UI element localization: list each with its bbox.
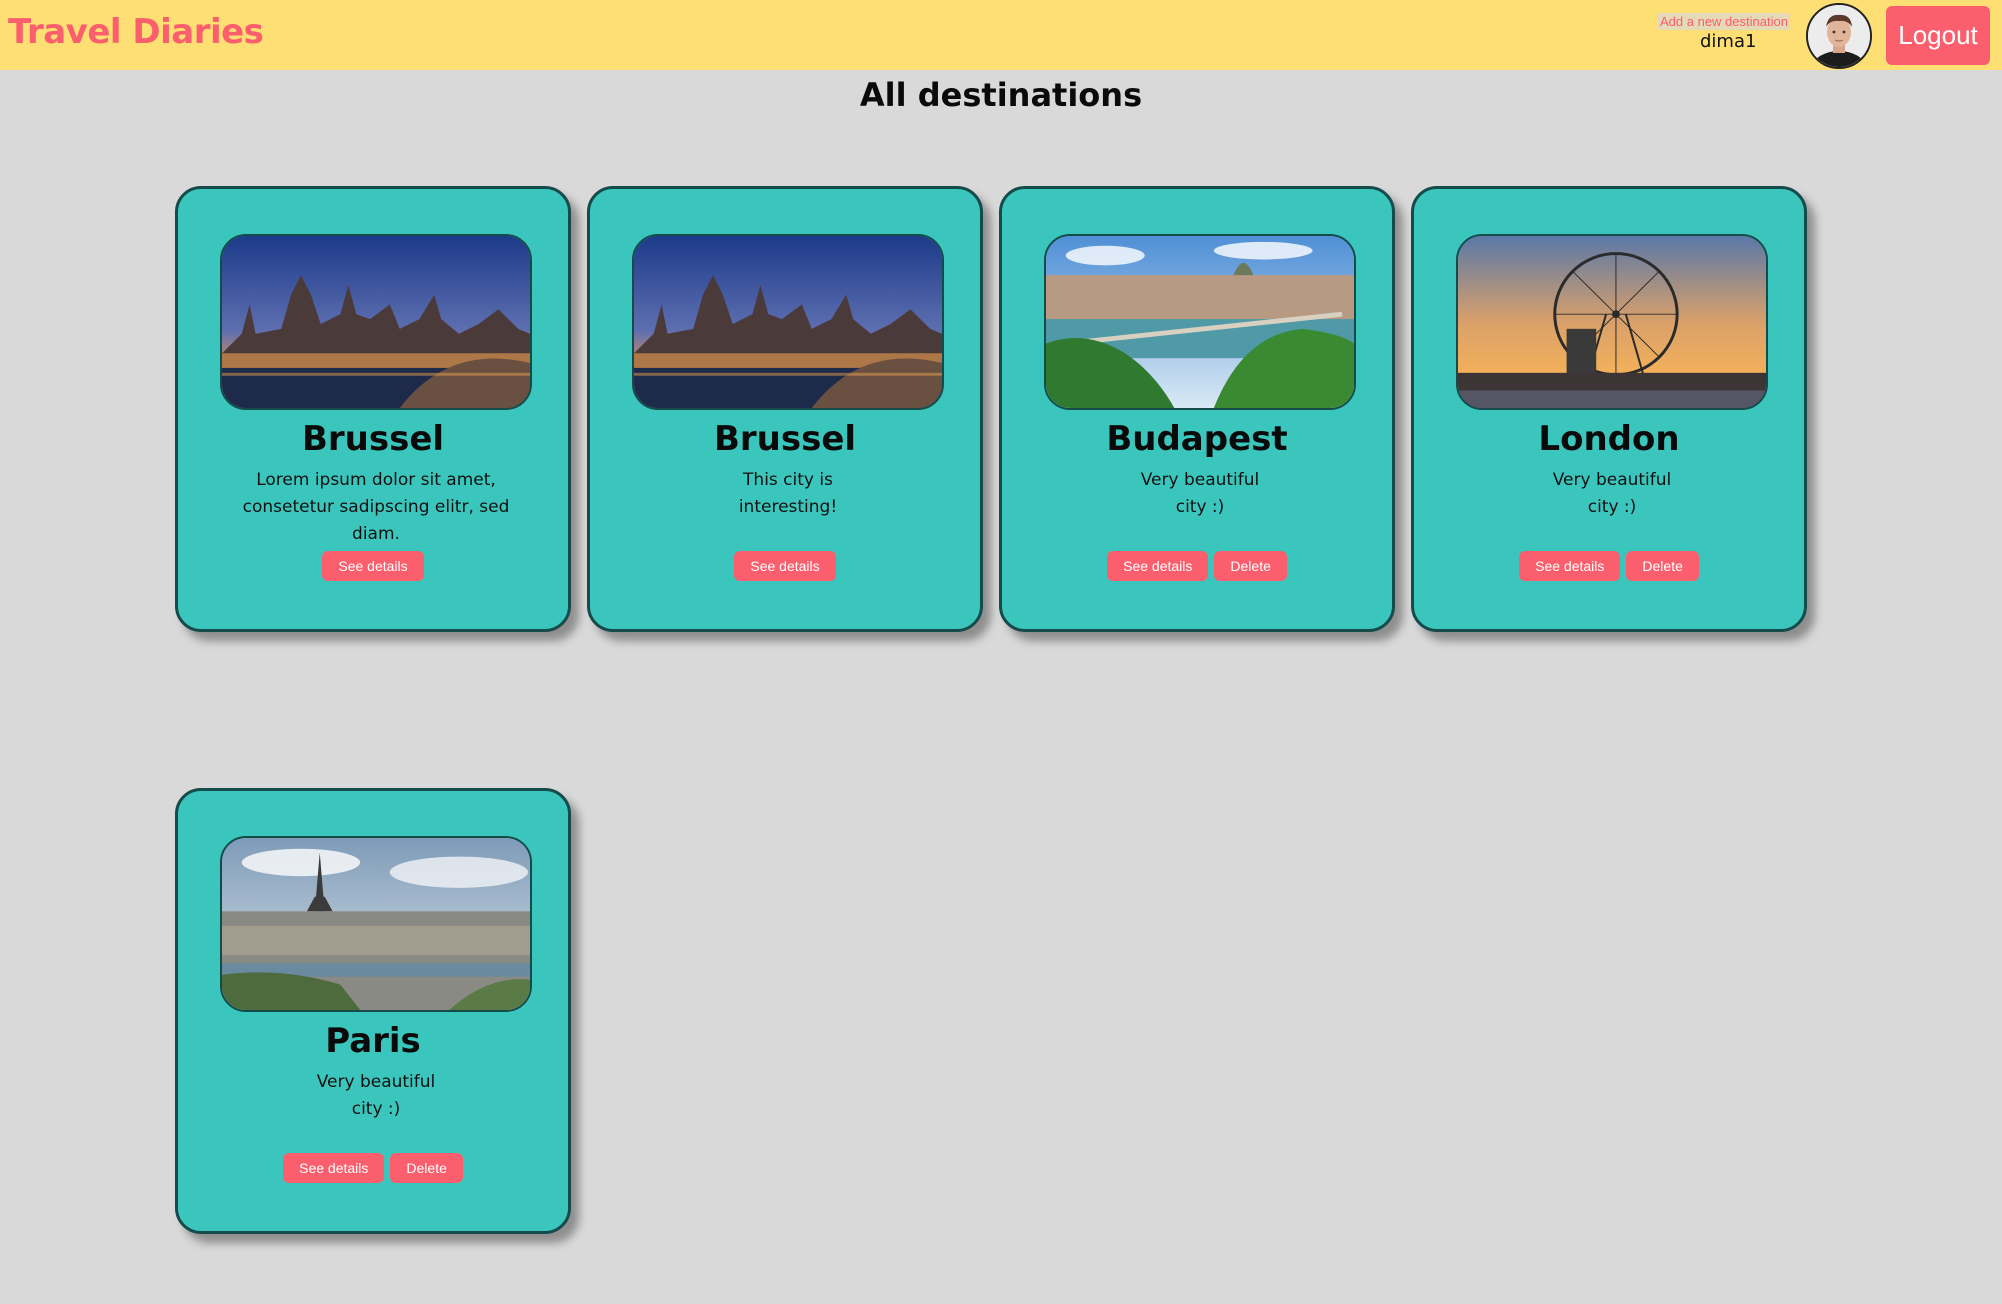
logout-button[interactable]: Logout — [1886, 6, 1990, 65]
delete-button[interactable]: Delete — [390, 1153, 463, 1183]
destination-description: Lorem ipsum dolor sit amet, consetetur s… — [242, 470, 510, 544]
avatar-portrait-icon — [1808, 5, 1870, 67]
destination-name: Budapest — [1106, 419, 1288, 459]
destination-photo — [1456, 234, 1768, 410]
destination-card: Brussel This city is interesting! See de… — [587, 186, 983, 632]
destination-description: Very beautiful city :) — [1552, 470, 1672, 517]
see-details-button[interactable]: See details — [734, 551, 836, 581]
destination-photo — [632, 234, 944, 410]
destination-name: London — [1538, 419, 1680, 459]
see-details-button[interactable]: See details — [283, 1153, 385, 1183]
page-title: All destinations — [859, 76, 1143, 114]
card-actions: See details — [590, 551, 980, 581]
destination-photo — [1044, 234, 1356, 410]
destination-card: Paris Very beautiful city :) See details… — [175, 788, 571, 1234]
paris-photo — [222, 838, 530, 1010]
user-avatar[interactable] — [1806, 3, 1872, 69]
destination-photo — [220, 234, 532, 410]
destination-description: Very beautiful city :) — [1140, 470, 1260, 517]
destination-name: Brussel — [301, 419, 445, 459]
card-actions: See details Delete — [1002, 551, 1392, 581]
brussel-photo — [634, 236, 942, 408]
destination-card: London Very beautiful city :) See detail… — [1411, 186, 1807, 632]
destination-card: Brussel Lorem ipsum dolor sit amet, cons… — [175, 186, 571, 632]
card-actions: See details Delete — [178, 1153, 568, 1183]
destination-name: Paris — [325, 1021, 421, 1061]
delete-button[interactable]: Delete — [1214, 551, 1287, 581]
destination-description: Very beautiful city :) — [316, 1072, 436, 1119]
destination-name: Brussel — [713, 419, 857, 459]
add-destination-link[interactable]: Add a new destination — [1658, 13, 1790, 30]
destination-description: This city is interesting! — [738, 470, 838, 517]
destination-card: Budapest Very beautiful city :) See deta… — [999, 186, 1395, 632]
destination-photo — [220, 836, 532, 1012]
card-actions: See details Delete — [1414, 551, 1804, 581]
see-details-button[interactable]: See details — [322, 551, 424, 581]
brand-logo[interactable]: Travel Diaries — [8, 12, 264, 52]
card-actions: See details — [178, 551, 568, 581]
brussel-photo — [222, 236, 530, 408]
budapest-photo — [1046, 236, 1354, 408]
see-details-button[interactable]: See details — [1107, 551, 1209, 581]
username-label: dima1 — [1700, 31, 1757, 52]
london-photo — [1458, 236, 1766, 408]
delete-button[interactable]: Delete — [1626, 551, 1699, 581]
navbar: Travel Diaries Add a new destination dim… — [0, 0, 2002, 70]
see-details-button[interactable]: See details — [1519, 551, 1621, 581]
